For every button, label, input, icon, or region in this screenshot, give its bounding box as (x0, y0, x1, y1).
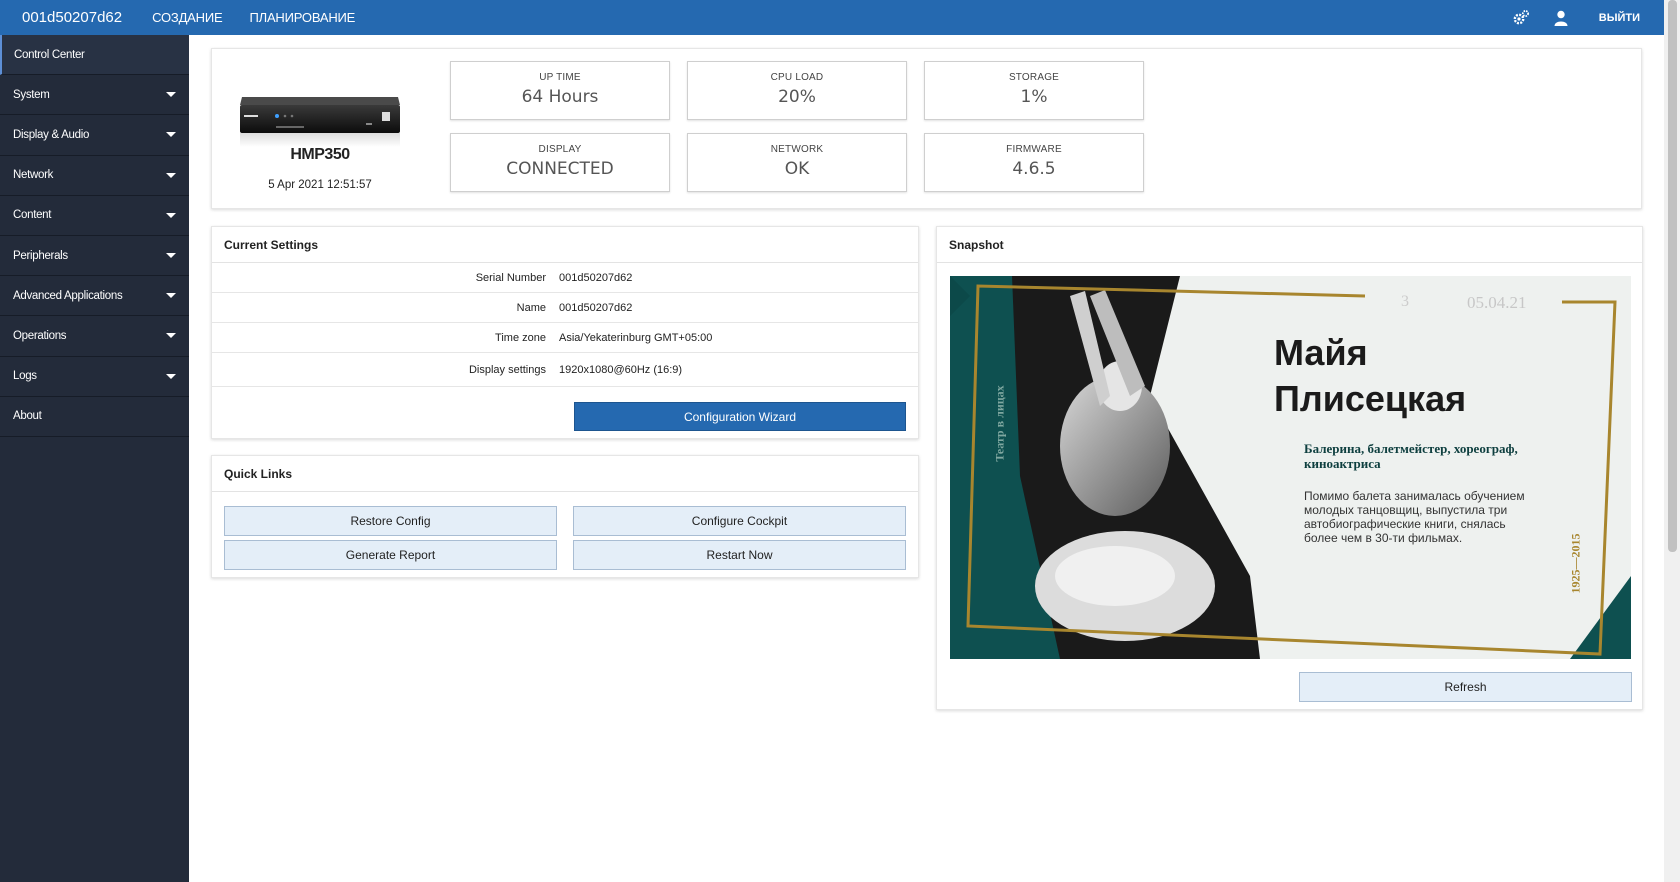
poster-subtitle: Балерина, балетмейстер, хореограф, киноа… (1304, 441, 1518, 471)
panel-title: Current Settings (212, 227, 918, 263)
poster-date: 05.04.21 (1467, 293, 1527, 312)
main-content: HMP350 5 Apr 2021 12:51:57 UP TIME 64 Ho… (189, 35, 1664, 882)
quick-links-panel: Quick Links Restore Config Configure Coc… (211, 455, 919, 578)
current-settings-panel: Current Settings Serial Number 001d50207… (211, 226, 919, 439)
poster-name-line2: Плисецкая (1274, 378, 1467, 419)
snapshot-panel: Snapshot 3 05.04.21 Майя Плисецкая Балер… (936, 226, 1643, 710)
stat-card-cpu-load: CPU LOAD 20% (687, 61, 907, 120)
settings-key: Serial Number (475, 271, 546, 284)
sidebar: Control Center System Display & Audio Ne… (0, 35, 189, 882)
device-id-title[interactable]: 001d50207d62 (22, 9, 122, 26)
snapshot-image: 3 05.04.21 Майя Плисецкая Балерина, бале… (950, 276, 1631, 659)
poster-name-line1: Майя (1274, 332, 1368, 373)
sidebar-item-network[interactable]: Network (0, 156, 189, 196)
caret-down-icon (166, 132, 176, 138)
settings-row-timezone: Time zone Asia/Yekaterinburg GMT+05:00 (212, 323, 918, 353)
restore-config-button[interactable]: Restore Config (224, 506, 557, 536)
sidebar-item-control-center[interactable]: Control Center (0, 35, 189, 76)
sidebar-item-content[interactable]: Content (0, 196, 189, 236)
panel-title: Snapshot (937, 227, 1642, 263)
sidebar-item-label: Peripherals (13, 249, 68, 262)
panel-title: Quick Links (212, 456, 918, 492)
stat-card-display: DISPLAY CONNECTED (450, 133, 670, 192)
caret-down-icon (166, 373, 176, 379)
sidebar-item-label: About (13, 410, 42, 423)
stat-value: CONNECTED (506, 159, 614, 179)
stat-label: DISPLAY (538, 144, 582, 155)
settings-value: Asia/Yekaterinburg GMT+05:00 (559, 331, 713, 344)
caret-down-icon (166, 172, 176, 178)
settings-gears-icon[interactable] (1511, 8, 1531, 28)
sidebar-item-about[interactable]: About (0, 397, 189, 437)
sidebar-item-label: Logs (13, 370, 37, 383)
stat-value: 64 Hours (521, 87, 599, 107)
sidebar-item-display-audio[interactable]: Display & Audio (0, 115, 189, 156)
sidebar-item-advanced-applications[interactable]: Advanced Applications (0, 276, 189, 317)
stat-label: STORAGE (1008, 72, 1060, 83)
stat-value: 4.6.5 (1012, 159, 1056, 179)
status-panel: HMP350 5 Apr 2021 12:51:57 UP TIME 64 Ho… (211, 48, 1642, 209)
sidebar-item-operations[interactable]: Operations (0, 316, 189, 357)
settings-value: 001d50207d62 (559, 271, 633, 284)
caret-down-icon (166, 212, 176, 218)
scrollbar-thumb[interactable] (1668, 0, 1677, 552)
settings-row-serial: Serial Number 001d50207d62 (212, 263, 918, 293)
nav-create[interactable]: СОЗДАНИЕ (152, 10, 223, 25)
settings-key: Display settings (468, 363, 546, 376)
poster-number: 3 (1401, 293, 1409, 310)
stat-label: FIRMWARE (1006, 144, 1062, 155)
refresh-button[interactable]: Refresh (1299, 672, 1632, 702)
device-model: HMP350 (290, 146, 350, 163)
caret-down-icon (166, 252, 176, 258)
sidebar-item-label: System (13, 88, 50, 101)
settings-value: 1920x1080@60Hz (16:9) (559, 363, 683, 376)
stat-card-network: NETWORK OK (687, 133, 907, 192)
stat-card-storage: STORAGE 1% (924, 61, 1144, 120)
sidebar-item-logs[interactable]: Logs (0, 357, 189, 397)
restart-now-button[interactable]: Restart Now (573, 540, 906, 570)
stat-value: 1% (1020, 87, 1048, 107)
stat-value: 20% (778, 87, 816, 107)
poster-vertical-left: Театр в лицах (992, 385, 1007, 462)
settings-row-name: Name 001d50207d62 (212, 293, 918, 323)
stat-value: OK (784, 159, 810, 179)
caret-down-icon (166, 92, 176, 98)
user-icon[interactable] (1551, 8, 1571, 28)
stat-card-uptime: UP TIME 64 Hours (450, 61, 670, 120)
sidebar-item-label: Content (13, 209, 52, 222)
stat-label: CPU LOAD (770, 72, 824, 83)
page-scrollbar[interactable] (1664, 0, 1680, 882)
configure-cockpit-button[interactable]: Configure Cockpit (573, 506, 906, 536)
logout-button[interactable]: ВЫЙТИ (1599, 12, 1640, 24)
sidebar-item-label: Control Center (14, 48, 85, 61)
sidebar-item-label: Advanced Applications (13, 289, 123, 302)
stat-card-firmware: FIRMWARE 4.6.5 (924, 133, 1144, 192)
poster-vertical-right: 1925—2015 (1568, 533, 1583, 594)
settings-row-display: Display settings 1920x1080@60Hz (16:9) (212, 353, 918, 387)
sidebar-item-label: Network (13, 169, 54, 182)
configuration-wizard-button[interactable]: Configuration Wizard (574, 402, 906, 431)
sidebar-item-label: Operations (13, 329, 67, 342)
sidebar-item-system[interactable]: System (0, 75, 189, 116)
stat-label: UP TIME (539, 72, 581, 83)
caret-down-icon (166, 293, 176, 299)
sidebar-item-peripherals[interactable]: Peripherals (0, 236, 189, 277)
settings-key: Name (516, 301, 546, 314)
nav-schedule[interactable]: ПЛАНИРОВАНИЕ (249, 10, 355, 25)
settings-value: 001d50207d62 (559, 301, 633, 314)
caret-down-icon (166, 333, 176, 339)
settings-key: Time zone (495, 331, 546, 344)
stat-label: NETWORK (770, 144, 824, 155)
generate-report-button[interactable]: Generate Report (224, 540, 557, 570)
device-datetime: 5 Apr 2021 12:51:57 (268, 179, 372, 191)
sidebar-item-label: Display & Audio (13, 128, 90, 141)
poster-body: Помимо балета занималась обучением молод… (1304, 489, 1525, 545)
top-bar: 001d50207d62 СОЗДАНИЕ ПЛАНИРОВАНИЕ ВЫЙТИ (0, 0, 1664, 35)
